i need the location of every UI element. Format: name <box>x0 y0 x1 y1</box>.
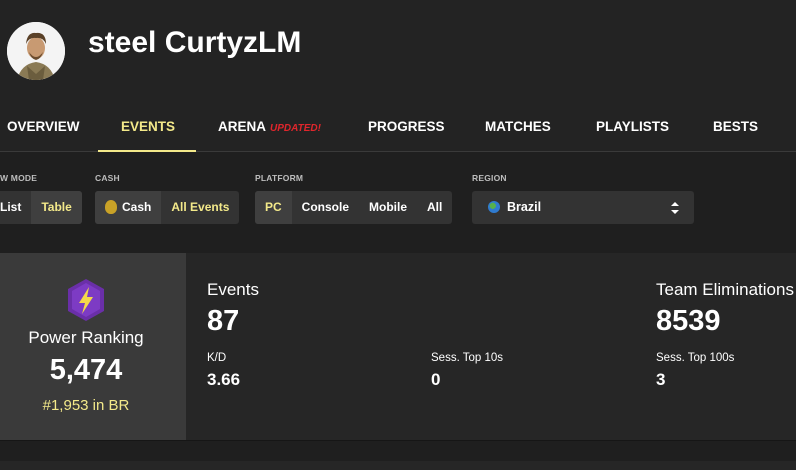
tab-progress[interactable]: PROGRESS <box>368 100 445 152</box>
platform-mobile[interactable]: Mobile <box>359 191 417 224</box>
sess-top10-value: 0 <box>431 370 441 389</box>
power-ranking-card: Power Ranking 5,474 #1,953 in BR <box>0 253 186 440</box>
platform-toggle: PC Console Mobile All <box>255 191 453 224</box>
cash-toggle: Cash All Events <box>95 191 240 224</box>
power-ranking-icon <box>68 279 104 321</box>
cash-option[interactable]: Cash <box>95 191 162 224</box>
stats-panel: Power Ranking 5,474 #1,953 in BR Events … <box>0 253 796 440</box>
sort-updown-icon <box>671 202 679 214</box>
platform-label: PLATFORM <box>255 173 304 183</box>
sess-top100-label: Sess. Top 100s <box>656 352 735 364</box>
view-mode-list[interactable]: List <box>0 191 31 224</box>
platform-pc[interactable]: PC <box>255 191 292 224</box>
tab-overview[interactable]: OVERVIEW <box>7 100 80 152</box>
platform-all[interactable]: All <box>417 191 452 224</box>
cash-label: CASH <box>95 173 120 183</box>
tab-playlists[interactable]: PLAYLISTS <box>596 100 669 152</box>
team-eliminations-value: 8539 <box>656 305 721 337</box>
region-select[interactable]: Brazil <box>472 191 694 224</box>
next-panel-edge <box>0 461 796 470</box>
bottom-divider <box>0 440 796 470</box>
player-name: steel CurtyzLM <box>88 26 302 59</box>
cash-option-label: Cash <box>122 200 152 214</box>
globe-icon <box>488 201 500 213</box>
profile-header: steel CurtyzLM <box>0 0 796 100</box>
view-mode-label: W MODE <box>0 173 38 183</box>
character-avatar-icon <box>7 22 65 80</box>
tab-arena[interactable]: ARENA UPDATED! <box>218 100 321 152</box>
team-eliminations-label: Team Eliminations <box>656 280 794 299</box>
sess-top100-value: 3 <box>656 370 666 389</box>
kd-label: K/D <box>207 352 227 364</box>
all-events-option[interactable]: All Events <box>161 191 239 224</box>
money-bag-icon <box>105 200 117 214</box>
region-value: Brazil <box>507 200 542 214</box>
active-tab-indicator <box>98 150 196 152</box>
power-ranking-rank: #1,953 in BR <box>42 397 130 414</box>
events-label: Events <box>207 280 259 299</box>
tab-bests[interactable]: BESTS <box>713 100 758 152</box>
tab-arena-label: ARENA <box>218 119 267 134</box>
events-value: 87 <box>207 305 240 337</box>
profile-nav: OVERVIEW EVENTS ARENA UPDATED! PROGRESS M… <box>0 100 796 152</box>
sess-top10-label: Sess. Top 10s <box>431 352 504 364</box>
updated-badge: UPDATED! <box>270 123 321 134</box>
tab-matches[interactable]: MATCHES <box>485 100 551 152</box>
power-ranking-value: 5,474 <box>49 354 123 386</box>
kd-value: 3.66 <box>207 370 241 389</box>
region-label: REGION <box>472 173 507 183</box>
view-mode-table[interactable]: Table <box>31 191 82 224</box>
filters-bar: W MODE List Table CASH Cash All Events P… <box>0 153 796 253</box>
power-ranking-label: Power Ranking <box>28 328 144 347</box>
tab-events[interactable]: EVENTS <box>121 100 175 152</box>
view-mode-toggle: List Table <box>0 191 82 224</box>
platform-console[interactable]: Console <box>292 191 359 224</box>
